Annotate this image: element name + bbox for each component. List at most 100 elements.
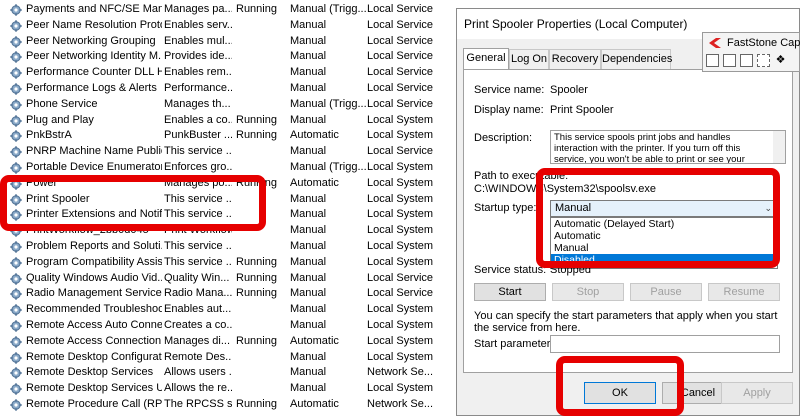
service-startup-cell: Manual bbox=[290, 240, 327, 252]
start-button[interactable]: Start bbox=[474, 283, 546, 301]
table-row[interactable]: Peer Name Resolution Proto... Enables ser… bbox=[0, 18, 440, 34]
service-logon-cell: Network Se... bbox=[367, 398, 434, 410]
service-logon-cell: Local Service bbox=[367, 66, 434, 79]
service-logon-cell: Local Service bbox=[367, 3, 434, 15]
service-startup-cell: Manual bbox=[290, 18, 327, 31]
table-row[interactable]: Portable Device Enumerator ... Enforces g… bbox=[0, 160, 440, 176]
service-description-cell: The RPCSS s... bbox=[164, 398, 232, 410]
service-name-cell: Remote Access Connection ... bbox=[26, 334, 162, 347]
table-row[interactable]: Problem Reports and Soluti... This servic… bbox=[0, 239, 440, 255]
tab-dependencies[interactable]: Dependencies bbox=[601, 49, 672, 69]
capture-rectangle-icon[interactable] bbox=[740, 54, 753, 67]
tab-log-on[interactable]: Log On bbox=[509, 49, 549, 69]
tab-recovery[interactable]: Recovery bbox=[549, 49, 601, 69]
table-row[interactable]: PnkBstrA PunkBuster ... Running Automatic Lo… bbox=[0, 128, 440, 144]
description-box[interactable]: This service spools print jobs and handl… bbox=[550, 130, 774, 164]
service-logon-cell: Local Service bbox=[367, 34, 434, 47]
service-name-cell: Quality Windows Audio Vid... bbox=[26, 271, 162, 284]
service-gear-icon bbox=[10, 67, 22, 79]
capture-active-window-icon[interactable] bbox=[706, 54, 719, 67]
service-logon-cell: Local Service bbox=[367, 145, 434, 158]
table-row[interactable]: Radio Management Service Radio Mana... Run… bbox=[0, 286, 440, 302]
table-row[interactable]: Remote Procedure Call (RPC)The RPCSS s..… bbox=[0, 397, 440, 413]
table-row[interactable]: Remote Desktop Services Us...Allows the … bbox=[0, 381, 440, 397]
service-gear-icon bbox=[10, 146, 22, 158]
service-name-value: Spooler bbox=[550, 84, 588, 96]
service-logon-cell: Local System bbox=[367, 240, 434, 252]
service-startup-cell: Automatic bbox=[290, 334, 339, 347]
service-gear-icon bbox=[10, 51, 22, 64]
table-row[interactable]: Phone Service Manages th... Manual (Trigg.… bbox=[0, 97, 440, 113]
table-row[interactable]: Peer Networking Identity M... Provides id… bbox=[0, 49, 440, 65]
start-params-input[interactable] bbox=[550, 335, 780, 353]
stop-button[interactable]: Stop bbox=[552, 283, 624, 301]
table-row[interactable]: Payments and NFC/SE Manag...Manages pa..… bbox=[0, 2, 440, 18]
service-logon-cell: Local Service bbox=[367, 287, 434, 300]
service-startup-cell: Manual bbox=[290, 66, 327, 79]
table-row[interactable]: Recommended Troubleshoo... Enables aut...… bbox=[0, 302, 440, 318]
service-logon-cell: Local Service bbox=[367, 50, 434, 63]
display-name-label: Display name: bbox=[474, 104, 544, 116]
service-description-cell: Radio Mana... bbox=[164, 287, 232, 300]
table-row[interactable]: Quality Windows Audio Vid... Quality Win.… bbox=[0, 271, 440, 287]
service-logon-cell: Local Service bbox=[367, 82, 434, 94]
service-logon-cell: Local System bbox=[367, 255, 434, 268]
service-startup-cell: Manual bbox=[290, 255, 327, 268]
service-logon-cell: Local System bbox=[367, 176, 434, 189]
description-label: Description: bbox=[474, 132, 533, 144]
service-description-cell: Enforces gro... bbox=[164, 161, 232, 173]
pause-button[interactable]: Pause bbox=[630, 283, 702, 301]
service-status-cell: Running bbox=[236, 334, 277, 347]
service-name-cell: Phone Service bbox=[26, 97, 98, 110]
service-gear-icon bbox=[10, 4, 22, 16]
tab-general[interactable]: General bbox=[463, 48, 509, 70]
service-status-cell: Running bbox=[236, 113, 277, 126]
table-row[interactable]: Peer Networking Grouping Enables mul... Ma… bbox=[0, 34, 440, 50]
table-row[interactable]: Remote Access Connection ... Manages di..… bbox=[0, 334, 440, 350]
service-name-cell: Payments and NFC/SE Manag... bbox=[26, 3, 162, 15]
service-status-cell: Running bbox=[236, 255, 277, 268]
capture-window-icon[interactable] bbox=[723, 54, 736, 67]
description-scrollbar[interactable] bbox=[773, 130, 786, 164]
service-description-cell: Enables aut... bbox=[164, 303, 232, 316]
service-gear-icon bbox=[10, 35, 22, 48]
service-startup-cell: Manual bbox=[290, 113, 327, 126]
service-logon-cell: Local System bbox=[367, 129, 434, 142]
table-row[interactable]: Performance Counter DLL H... Enables rem.… bbox=[0, 65, 440, 81]
service-logon-cell: Local Service bbox=[367, 271, 434, 284]
service-description-cell: Provides ide... bbox=[164, 50, 232, 63]
service-name-cell: Portable Device Enumerator ... bbox=[26, 161, 162, 173]
table-row[interactable]: PNRP Machine Name Public... This service … bbox=[0, 144, 440, 160]
table-row[interactable]: Remote Desktop Configurati... Remote Des.… bbox=[0, 350, 440, 366]
faststone-title: FastStone Captu bbox=[727, 37, 800, 49]
service-name-cell: Remote Desktop Services Us... bbox=[26, 382, 162, 395]
display-name-value: Print Spooler bbox=[550, 104, 614, 116]
service-logon-cell: Local Service bbox=[367, 18, 434, 31]
service-logon-cell: Local System bbox=[367, 319, 434, 331]
startup-type-label: Startup type: bbox=[474, 202, 537, 214]
resume-button[interactable]: Resume bbox=[708, 283, 780, 301]
capture-pin-icon[interactable]: ❖ bbox=[774, 54, 787, 67]
service-name-cell: Recommended Troubleshoo... bbox=[26, 303, 162, 316]
service-startup-cell: Manual bbox=[290, 224, 327, 237]
service-gear-icon bbox=[10, 304, 22, 316]
faststone-toolbar: FastStone Captu ❖ bbox=[702, 32, 800, 72]
table-row[interactable]: Plug and Play Enables a co... Running Manua… bbox=[0, 113, 440, 129]
service-description-cell: Creates a co... bbox=[164, 319, 232, 331]
capture-freehand-icon[interactable] bbox=[757, 54, 770, 67]
table-row[interactable]: Program Compatibility Assis... This servi… bbox=[0, 255, 440, 271]
service-logon-cell: Local Service bbox=[367, 97, 434, 110]
service-gear-icon bbox=[10, 162, 22, 174]
table-row[interactable]: Remote Access Auto Connec...Creates a co… bbox=[0, 318, 440, 334]
service-startup-cell: Automatic bbox=[290, 398, 339, 410]
service-description-cell: Manages th... bbox=[164, 97, 231, 110]
service-logon-cell: Local System bbox=[367, 334, 434, 347]
service-gear-icon bbox=[10, 130, 22, 143]
apply-button[interactable]: Apply bbox=[721, 382, 793, 404]
service-logon-cell: Local System bbox=[367, 303, 434, 316]
service-gear-icon bbox=[10, 257, 22, 269]
table-row[interactable]: Performance Logs & Alerts Performance... M… bbox=[0, 81, 440, 97]
table-row[interactable]: Remote Desktop Services Allows users ... M… bbox=[0, 365, 440, 381]
service-status-cell: Running bbox=[236, 398, 277, 410]
service-name-cell: Peer Name Resolution Proto... bbox=[26, 18, 162, 31]
